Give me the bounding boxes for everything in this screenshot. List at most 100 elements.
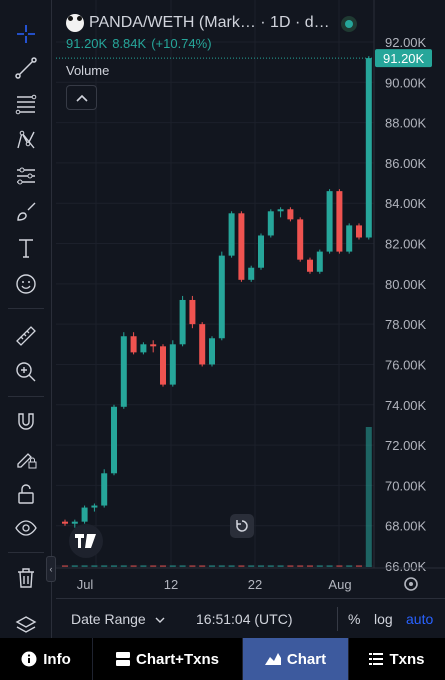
percent-scale-button[interactable]: % xyxy=(348,611,360,627)
divider xyxy=(337,607,338,631)
list-icon xyxy=(369,653,384,665)
candle-body xyxy=(248,267,255,280)
volume-bar xyxy=(365,427,372,567)
candle-body xyxy=(365,58,372,238)
volume-bar xyxy=(130,565,137,567)
volume-bar xyxy=(209,565,215,567)
price-axis-label: 74.00K xyxy=(385,398,427,413)
drawing-toolbar xyxy=(0,0,52,638)
candlestick-chart[interactable]: 92.00K 90.00K 88.00K 86.00K 84.00K 82.00K 80.0… xyxy=(56,0,445,598)
volume-bar xyxy=(81,565,88,567)
volume-bar xyxy=(62,565,68,567)
volume-bar xyxy=(356,565,362,567)
trash-icon[interactable] xyxy=(8,562,44,594)
volume-bar xyxy=(248,565,255,567)
chart-bottom-bar: Date Range 16:51:04 (UTC) % log auto xyxy=(56,598,445,638)
chart-area[interactable]: 92.00K 90.00K 88.00K 86.00K 84.00K 82.00K 80.0… xyxy=(56,0,445,598)
text-icon[interactable] xyxy=(8,232,44,264)
ruler-icon[interactable] xyxy=(8,320,44,352)
tradingview-logo[interactable] xyxy=(69,524,103,558)
tab-txns[interactable]: Txns xyxy=(349,638,445,680)
trend-line-icon[interactable] xyxy=(8,52,44,84)
date-range-dropdown[interactable]: Date Range xyxy=(71,611,165,627)
last-price-tag-label: 91.20K xyxy=(383,51,425,66)
candle-body xyxy=(160,346,166,385)
volume-bar xyxy=(179,565,186,567)
tab-info[interactable]: Info xyxy=(0,638,93,680)
price-axis-label: 84.00K xyxy=(385,196,427,211)
price-axis-label: 92.00K xyxy=(385,35,427,50)
auto-scale-button[interactable]: auto xyxy=(406,611,433,627)
candle-body xyxy=(277,209,284,212)
volume-bar xyxy=(326,565,333,567)
brush-icon[interactable] xyxy=(8,196,44,228)
price-axis-label: 86.00K xyxy=(385,156,427,171)
eye-icon[interactable] xyxy=(8,512,44,544)
lock-icon[interactable] xyxy=(8,478,44,510)
candle-body xyxy=(62,521,68,524)
reset-chart-button[interactable] xyxy=(230,514,254,538)
chevron-down-icon xyxy=(155,617,165,623)
volume-bar xyxy=(287,565,294,567)
chart-txns-icon xyxy=(116,652,131,666)
candle-body xyxy=(189,299,196,325)
volume-bar xyxy=(238,565,245,567)
volume-bar xyxy=(120,565,127,567)
volume-bar xyxy=(150,565,157,567)
candle-body xyxy=(81,507,88,522)
volume-bar xyxy=(218,565,225,567)
time-axis-label: 12 xyxy=(164,577,178,592)
price-axis-label: 76.00K xyxy=(385,357,427,372)
chart-icon xyxy=(264,653,281,665)
volume-bar xyxy=(336,565,343,567)
pair-name[interactable]: PANDA/WETH (Mark… xyxy=(89,14,256,32)
interval-label[interactable]: · 1D · d… xyxy=(260,14,329,32)
collapse-legend-button[interactable] xyxy=(66,85,97,110)
lock-drawing-icon[interactable] xyxy=(8,442,44,474)
candle-body xyxy=(209,338,215,365)
volume-bar xyxy=(169,565,176,567)
view-tabs: Info Chart+Txns Chart Txns xyxy=(0,638,445,680)
tab-label: Chart xyxy=(286,650,327,668)
pattern-icon[interactable] xyxy=(8,124,44,156)
volume-bar xyxy=(71,565,78,567)
volume-bar xyxy=(258,565,264,567)
price-axis-label: 68.00K xyxy=(385,519,427,534)
candle-body xyxy=(91,505,98,508)
volume-bar xyxy=(140,565,147,567)
volume-bar xyxy=(199,565,206,567)
fib-retracement-icon[interactable] xyxy=(8,88,44,120)
volume-bar xyxy=(91,565,98,567)
tab-chart-txns[interactable]: Chart+Txns xyxy=(93,638,243,680)
time-axis-label: 22 xyxy=(248,577,262,592)
volume-bar xyxy=(111,565,117,567)
magnet-icon[interactable] xyxy=(8,406,44,438)
volume-bar xyxy=(297,565,304,567)
candle-body xyxy=(316,251,323,272)
candle-body xyxy=(71,521,78,524)
candle-body xyxy=(258,235,264,268)
zoom-in-icon[interactable] xyxy=(8,356,44,388)
crosshair-icon[interactable] xyxy=(8,18,44,50)
candle-body xyxy=(287,209,294,220)
price-axis-label: 78.00K xyxy=(385,317,427,332)
price-axis-label: 82.00K xyxy=(385,237,427,252)
candle-body xyxy=(179,299,186,345)
settings-gear-center xyxy=(409,582,413,586)
utc-time[interactable]: 16:51:04 (UTC) xyxy=(196,611,292,627)
tab-chart[interactable]: Chart xyxy=(243,638,349,680)
volume-bar xyxy=(346,565,353,567)
candle-body xyxy=(228,213,235,256)
time-axis-label: Jul xyxy=(77,577,94,592)
candle-body xyxy=(199,324,206,365)
price-axis-label: 80.00K xyxy=(385,277,427,292)
prediction-icon[interactable] xyxy=(8,160,44,192)
toolbar-collapse-handle[interactable]: ‹ xyxy=(46,556,56,582)
candle-body xyxy=(150,344,157,347)
time-axis-label: Aug xyxy=(328,577,351,592)
emoji-icon[interactable] xyxy=(8,268,44,300)
log-scale-button[interactable]: log xyxy=(374,611,393,627)
volume-bar xyxy=(307,565,313,567)
market-status-icon[interactable] xyxy=(341,16,357,32)
volume-bar xyxy=(189,565,196,567)
